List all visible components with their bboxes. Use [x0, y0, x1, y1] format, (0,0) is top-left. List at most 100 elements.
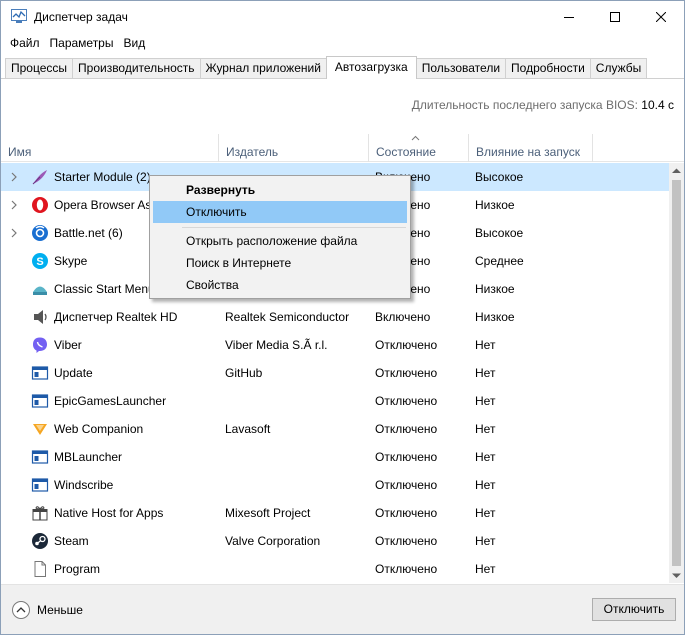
scroll-down-icon	[672, 573, 681, 578]
task-manager-window: Диспетчер задач Файл Параметры Вид Проце…	[0, 0, 685, 635]
column-publisher-label: Издатель	[226, 145, 279, 159]
table-row[interactable]: MBLauncher Отключено Нет	[1, 443, 669, 471]
table-row[interactable]: Steam Valve Corporation Отключено Нет	[1, 527, 669, 555]
context-expand[interactable]: Развернуть	[153, 179, 407, 201]
row-state: Отключено	[375, 366, 438, 380]
collapse-circle-icon[interactable]	[11, 600, 31, 620]
footer-bar: Меньше Отключить	[1, 584, 684, 634]
vertical-scrollbar[interactable]	[669, 163, 684, 583]
tab-users[interactable]: Пользователи	[415, 58, 507, 78]
row-state: Отключено	[375, 394, 438, 408]
row-name: Windscribe	[54, 478, 114, 492]
task-manager-icon	[11, 9, 27, 23]
row-impact: Нет	[475, 450, 496, 464]
expand-chevron-icon[interactable]	[10, 171, 18, 183]
battlenet-icon	[31, 224, 49, 242]
row-impact: Нет	[475, 338, 496, 352]
row-name: Диспетчер Realtek HD	[54, 310, 178, 324]
context-separator	[182, 227, 406, 228]
row-name: Battle.net (6)	[54, 226, 123, 240]
app-window-icon	[31, 392, 49, 410]
row-name: Update	[54, 366, 93, 380]
menu-file[interactable]: Файл	[1, 33, 45, 53]
tab-processes[interactable]: Процессы	[5, 58, 74, 78]
row-name: Program	[54, 562, 101, 576]
row-publisher: Valve Corporation	[225, 534, 321, 548]
window-title: Диспетчер задач	[34, 10, 128, 24]
context-search-online[interactable]: Поиск в Интернете	[153, 252, 407, 274]
row-state: Отключено	[375, 478, 438, 492]
row-name: Starter Module (2)	[54, 170, 151, 184]
row-impact: Нет	[475, 478, 496, 492]
column-impact[interactable]: Влияние на запуск	[469, 134, 593, 162]
maximize-button[interactable]	[592, 1, 638, 33]
column-impact-label: Влияние на запуск	[476, 145, 580, 159]
expand-chevron-icon[interactable]	[10, 227, 18, 239]
scroll-thumb[interactable]	[672, 180, 681, 566]
tab-services[interactable]: Службы	[589, 58, 648, 78]
title-bar[interactable]: Диспетчер задач	[1, 1, 684, 33]
bios-time: Длительность последнего запуска BIOS: 10…	[412, 98, 674, 112]
tab-details[interactable]: Подробности	[505, 58, 591, 78]
minimize-button[interactable]	[546, 1, 592, 33]
table-row[interactable]: Диспетчер Realtek HD Realtek Semiconducto…	[1, 303, 669, 331]
tab-app-history[interactable]: Журнал приложений	[199, 58, 327, 78]
shell-icon	[31, 280, 49, 298]
scroll-up-button[interactable]	[669, 163, 684, 178]
column-publisher[interactable]: Издатель	[219, 134, 369, 162]
app-window-icon	[31, 476, 49, 494]
bios-time-value: 10.4 с	[641, 98, 674, 112]
minimize-icon	[564, 17, 574, 18]
menu-options[interactable]: Параметры	[45, 33, 119, 53]
feather-icon	[31, 168, 49, 186]
row-impact: Нет	[475, 506, 496, 520]
row-name: EpicGamesLauncher	[54, 394, 167, 408]
context-properties[interactable]: Свойства	[153, 274, 407, 296]
scroll-up-icon	[672, 168, 681, 173]
table-row[interactable]: Update GitHub Отключено Нет	[1, 359, 669, 387]
row-name: MBLauncher	[54, 450, 123, 464]
fewer-details-link[interactable]: Меньше	[37, 603, 83, 617]
table-row[interactable]: Native Host for Apps Mixesoft Project Откл…	[1, 499, 669, 527]
disable-button[interactable]: Отключить	[592, 598, 676, 621]
row-impact: Низкое	[475, 198, 515, 212]
opera-icon	[31, 196, 49, 214]
row-publisher: Viber Media S.Ã r.l.	[225, 338, 328, 352]
scroll-down-button[interactable]	[669, 568, 684, 583]
column-name-label: Имя	[8, 145, 32, 159]
context-open-location[interactable]: Открыть расположение файла	[153, 230, 407, 252]
web-companion-icon	[31, 420, 49, 438]
table-row[interactable]: Program Отключено Нет	[1, 555, 669, 583]
tab-performance[interactable]: Производительность	[72, 58, 201, 78]
row-state: Отключено	[375, 506, 438, 520]
column-name[interactable]: Имя	[1, 134, 219, 162]
expand-chevron-icon[interactable]	[10, 199, 18, 211]
row-impact: Низкое	[475, 310, 515, 324]
steam-icon	[31, 532, 49, 550]
table-row[interactable]: Viber Viber Media S.Ã r.l. Отключено Нет	[1, 331, 669, 359]
row-name: Web Companion	[54, 422, 144, 436]
speaker-icon	[31, 308, 49, 326]
row-publisher: Realtek Semiconductor	[225, 310, 350, 324]
tab-startup[interactable]: Автозагрузка	[325, 56, 417, 79]
close-button[interactable]	[638, 1, 684, 33]
sort-up-icon	[411, 135, 420, 141]
row-impact: Нет	[475, 366, 496, 380]
row-state: Отключено	[375, 534, 438, 548]
context-disable[interactable]: Отключить	[153, 201, 407, 223]
row-impact: Высокое	[475, 226, 524, 240]
context-menu: Развернуть Отключить Открыть расположени…	[149, 175, 411, 299]
row-name: Native Host for Apps	[54, 506, 164, 520]
column-state[interactable]: Состояние	[369, 134, 469, 162]
row-state: Отключено	[375, 422, 438, 436]
row-state: Включено	[375, 310, 431, 324]
svg-text:S: S	[36, 256, 43, 268]
row-publisher: Lavasoft	[225, 422, 271, 436]
table-row[interactable]: Web Companion Lavasoft Отключено Нет	[1, 415, 669, 443]
row-impact: Среднее	[475, 254, 524, 268]
menu-view[interactable]: Вид	[118, 33, 150, 53]
row-name: Skype	[54, 254, 88, 268]
table-row[interactable]: Windscribe Отключено Нет	[1, 471, 669, 499]
table-row[interactable]: EpicGamesLauncher Отключено Нет	[1, 387, 669, 415]
row-state: Отключено	[375, 450, 438, 464]
